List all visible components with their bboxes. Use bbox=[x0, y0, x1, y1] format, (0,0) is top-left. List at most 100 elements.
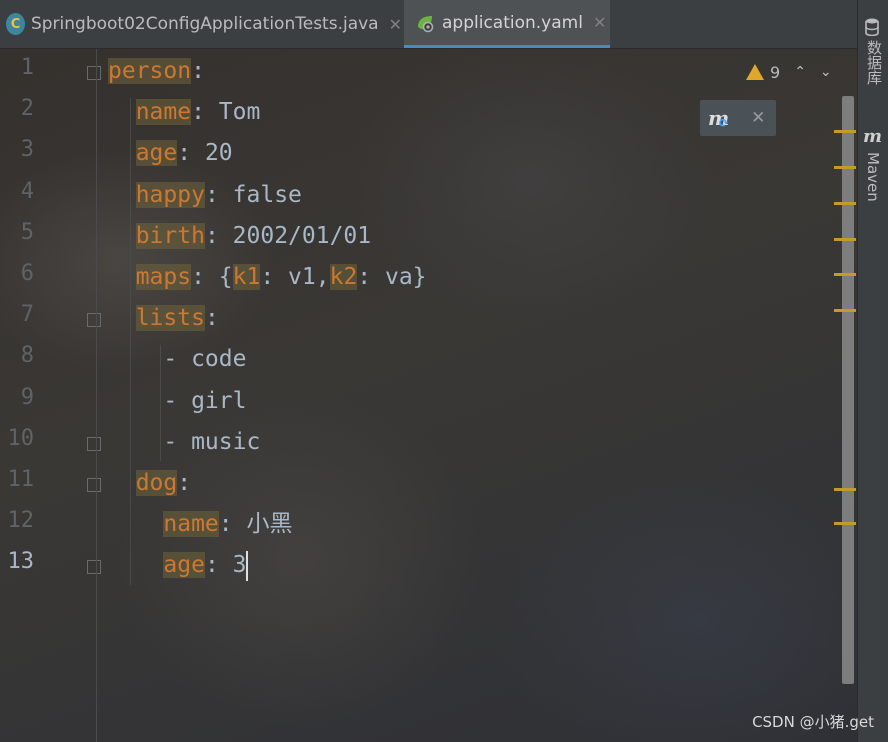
yaml-text: : bbox=[177, 470, 192, 496]
warning-marker[interactable] bbox=[834, 238, 856, 241]
yaml-text bbox=[108, 264, 136, 290]
yaml-text: : Tom bbox=[191, 99, 261, 126]
tab-label: application.yaml bbox=[442, 12, 583, 33]
java-test-class-icon: C bbox=[6, 13, 25, 35]
vertical-scrollbar[interactable] bbox=[842, 96, 854, 684]
maven-tool-button[interactable]: Maven bbox=[864, 152, 882, 202]
yaml-text: : 3 bbox=[204, 552, 247, 579]
code-line: maps: {k1: v1,k2: va} bbox=[108, 257, 427, 298]
yaml-key: birth bbox=[135, 222, 205, 249]
close-icon[interactable]: ✕ bbox=[593, 13, 606, 32]
yaml-text bbox=[108, 223, 136, 249]
fold-collapse-icon[interactable] bbox=[87, 66, 101, 80]
line-number: 11 bbox=[7, 467, 35, 492]
code-line: birth: 2002/01/01 bbox=[108, 216, 371, 257]
close-icon[interactable]: ✕ bbox=[751, 108, 765, 128]
yaml-key: maps bbox=[135, 264, 192, 290]
yaml-text bbox=[108, 511, 163, 537]
indent-guide bbox=[160, 345, 161, 461]
code-line: age: 3 bbox=[108, 545, 246, 586]
fold-collapse-icon[interactable] bbox=[87, 313, 101, 328]
yaml-text bbox=[108, 552, 163, 578]
fold-end-icon[interactable] bbox=[87, 436, 101, 451]
database-tool-button[interactable]: 数据库 bbox=[864, 40, 885, 85]
yaml-text bbox=[108, 99, 136, 125]
code-line: - code bbox=[108, 339, 246, 380]
yaml-text: : 2002/01/01 bbox=[204, 222, 372, 249]
yaml-key: k1 bbox=[232, 264, 261, 290]
line-number: 8 bbox=[20, 343, 34, 369]
code-line: - girl bbox=[108, 381, 246, 422]
yaml-key: dog bbox=[135, 470, 178, 496]
tab-label: Springboot02ConfigApplicationTests.java bbox=[30, 14, 379, 34]
yaml-text bbox=[108, 305, 136, 331]
spring-config-icon bbox=[414, 12, 436, 34]
previous-highlight-button[interactable]: ⌃ bbox=[794, 64, 806, 80]
yaml-text: : va} bbox=[357, 264, 427, 290]
yaml-key: happy bbox=[135, 181, 205, 208]
code-line: lists: bbox=[108, 298, 219, 339]
close-icon[interactable]: ✕ bbox=[389, 15, 402, 34]
editor-tab-bar: C Springboot02ConfigApplicationTests.jav… bbox=[0, 0, 858, 49]
warning-count: 9 bbox=[770, 62, 781, 82]
yaml-text: : bbox=[204, 305, 219, 332]
yaml-text bbox=[108, 182, 136, 208]
line-number: 3 bbox=[20, 137, 34, 163]
next-highlight-button[interactable]: ⌄ bbox=[820, 64, 832, 80]
yaml-key: age bbox=[163, 552, 205, 579]
line-number: 13 bbox=[7, 549, 35, 575]
yaml-text: - girl bbox=[108, 387, 247, 414]
yaml-text bbox=[108, 140, 136, 166]
database-icon bbox=[865, 18, 879, 36]
line-number: 12 bbox=[7, 508, 35, 534]
watermark: CSDN @小猪.get bbox=[752, 713, 874, 731]
warning-marker[interactable] bbox=[834, 166, 856, 169]
line-number-gutter[interactable]: 1 2 3 4 5 6 7 8 9 10 11 12 13 bbox=[0, 49, 101, 742]
yaml-key: name bbox=[163, 511, 219, 538]
gutter-divider bbox=[96, 49, 97, 742]
yaml-text: : false bbox=[204, 181, 302, 208]
yaml-text bbox=[108, 470, 136, 496]
yaml-key: k2 bbox=[329, 264, 358, 290]
warning-marker[interactable] bbox=[834, 309, 856, 312]
maven-icon: m bbox=[863, 126, 883, 147]
warning-marker[interactable] bbox=[834, 202, 856, 205]
warning-marker[interactable] bbox=[834, 522, 856, 525]
fold-collapse-icon[interactable] bbox=[87, 478, 101, 492]
yaml-key: age bbox=[135, 140, 178, 167]
yaml-text: : v1, bbox=[260, 264, 330, 290]
yaml-text: : { bbox=[191, 264, 233, 290]
code-line: age: 20 bbox=[108, 133, 233, 174]
yaml-text: : bbox=[191, 58, 205, 84]
line-number: 4 bbox=[20, 178, 34, 204]
tab-application-yaml[interactable]: application.yaml ✕ bbox=[404, 0, 610, 48]
yaml-text: - code bbox=[108, 346, 247, 373]
yaml-key: person bbox=[108, 58, 192, 84]
line-number: 7 bbox=[20, 302, 34, 328]
warning-marker[interactable] bbox=[834, 488, 856, 491]
code-line: happy: false bbox=[108, 175, 302, 216]
line-number: 6 bbox=[20, 261, 34, 286]
line-number: 5 bbox=[20, 219, 34, 245]
inspections-widget[interactable]: 9 ⌃ ⌄ bbox=[746, 60, 832, 84]
tab-springboot02-tests[interactable]: C Springboot02ConfigApplicationTests.jav… bbox=[0, 0, 402, 48]
yaml-key: lists bbox=[135, 305, 205, 332]
line-number: 10 bbox=[7, 425, 35, 451]
right-tool-window-bar: 数据库 m Maven bbox=[857, 0, 888, 742]
warning-marker[interactable] bbox=[834, 130, 856, 133]
yaml-text: : 20 bbox=[177, 140, 233, 167]
maven-reload-icon[interactable]: m ⟳ bbox=[708, 106, 729, 131]
indent-guide bbox=[130, 98, 131, 585]
code-line: dog: bbox=[108, 463, 191, 504]
yaml-key: name bbox=[135, 99, 192, 126]
code-line: name: 小黑 bbox=[108, 504, 292, 545]
maven-reload-popup: m ⟳ ✕ bbox=[700, 100, 776, 136]
warning-icon bbox=[746, 64, 764, 80]
line-number: 1 bbox=[20, 55, 34, 80]
line-number: 9 bbox=[20, 384, 34, 410]
warning-marker[interactable] bbox=[834, 273, 856, 276]
line-number: 2 bbox=[20, 96, 34, 122]
text-caret bbox=[246, 551, 248, 582]
fold-end-icon[interactable] bbox=[87, 560, 101, 575]
code-line: person: bbox=[108, 51, 205, 92]
